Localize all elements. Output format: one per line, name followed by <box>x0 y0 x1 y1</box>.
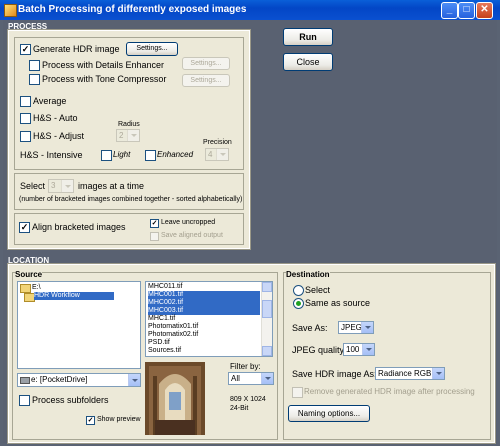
process-subfolders-checkbox[interactable] <box>19 395 30 406</box>
file-item[interactable]: Sources.tif <box>148 347 181 355</box>
drive-folder-icon <box>20 284 31 293</box>
tone-compressor-label: Process with Tone Compressor <box>42 74 167 84</box>
file-item[interactable]: MHC1.tif <box>148 315 175 323</box>
average-checkbox[interactable] <box>20 96 31 107</box>
file-item[interactable]: Photomatix01.tif <box>148 323 198 331</box>
image-dimensions: 809 X 1024 <box>230 396 266 403</box>
enhanced-label: Enhanced <box>157 150 194 159</box>
hs-auto-label: H&S - Auto <box>33 113 78 123</box>
process-subfolders-label: Process subfolders <box>32 395 109 405</box>
details-settings-button[interactable]: Settings... <box>182 57 230 70</box>
leave-uncropped-label: Leave uncropped <box>161 219 216 226</box>
select-radio[interactable] <box>293 285 304 296</box>
title-bar: Batch Processing of differently exposed … <box>0 0 500 20</box>
save-hdr-label: Save HDR image As: <box>292 369 377 379</box>
drive-icon <box>20 377 30 384</box>
file-item[interactable]: MHC001.tif <box>148 291 260 299</box>
remove-hdr-label: Remove generated HDR image after process… <box>304 387 475 396</box>
save-aligned-label: Save aligned output <box>161 232 223 239</box>
scroll-up-icon[interactable] <box>262 282 272 292</box>
generate-hdr-checkbox[interactable]: ✓ <box>20 44 31 55</box>
details-enhancer-checkbox[interactable] <box>29 60 40 71</box>
light-label: Light <box>113 150 131 159</box>
folder-item[interactable]: E:\ <box>32 284 41 292</box>
select-radio-label: Select <box>305 285 331 295</box>
radius-label: Radius <box>118 121 140 128</box>
align-label: Align bracketed images <box>32 222 126 232</box>
folder-tree[interactable]: E:\ HDR Workflow <box>17 281 141 369</box>
preview-image <box>145 362 205 435</box>
average-label: Average <box>33 96 67 106</box>
scroll-down-icon[interactable] <box>262 346 272 356</box>
remove-hdr-checkbox[interactable] <box>292 387 303 398</box>
light-checkbox[interactable] <box>101 150 112 161</box>
align-checkbox[interactable]: ✓ <box>19 222 30 233</box>
show-preview-checkbox[interactable]: ✓ <box>86 416 95 425</box>
tone-compressor-checkbox[interactable] <box>29 74 40 85</box>
same-as-source-label: Same as source <box>305 298 371 308</box>
hs-intensive-label: H&S - Intensive <box>20 150 83 160</box>
minimize-button[interactable]: _ <box>441 2 458 19</box>
hs-adjust-checkbox[interactable] <box>20 131 31 142</box>
source-header: Source <box>15 270 43 279</box>
close-window-button[interactable]: ✕ <box>476 2 493 19</box>
show-preview-label: Show preview <box>97 416 141 423</box>
jpeg-quality-select[interactable]: 100 <box>343 343 375 356</box>
precision-label: Precision <box>203 139 232 146</box>
enhanced-checkbox[interactable] <box>145 150 156 161</box>
file-item[interactable]: MHC003.tif <box>148 307 260 315</box>
radius-select[interactable]: 2 <box>116 129 140 142</box>
file-item[interactable]: MHC011.tif <box>148 283 183 291</box>
save-hdr-select[interactable]: Radiance RGBE <box>375 367 445 380</box>
naming-options-button[interactable]: Naming options... <box>288 405 370 422</box>
precision-value: 4 <box>208 150 213 159</box>
same-as-source-radio[interactable] <box>293 298 304 309</box>
run-button[interactable]: Run <box>283 28 333 46</box>
save-as-select[interactable]: JPEG <box>338 321 374 334</box>
save-as-label: Save As: <box>292 323 328 333</box>
window-title: Batch Processing of differently exposed … <box>18 4 247 15</box>
filter-select[interactable]: All <box>228 372 274 385</box>
file-item[interactable]: PSD.tif <box>148 339 170 347</box>
hs-auto-checkbox[interactable] <box>20 113 31 124</box>
hdr-settings-button[interactable]: Settings... <box>126 42 178 56</box>
generate-hdr-label: Generate HDR image <box>33 44 120 54</box>
file-list-scrollbar[interactable] <box>261 282 272 356</box>
image-bit-depth: 24-Bit <box>230 405 249 412</box>
tone-settings-button[interactable]: Settings... <box>182 74 230 87</box>
file-item[interactable]: MHC002.tif <box>148 299 260 307</box>
select-suffix: images at a time <box>78 181 145 191</box>
file-item[interactable]: Photomatix02.tif <box>148 331 198 339</box>
radius-value: 2 <box>119 131 124 140</box>
filter-value: All <box>231 374 240 383</box>
destination-header: Destination <box>286 270 330 279</box>
folder-item-selected[interactable]: HDR Workflow <box>34 292 114 300</box>
details-enhancer-label: Process with Details Enhancer <box>42 60 165 70</box>
save-as-value: JPEG <box>341 323 362 332</box>
images-count-select[interactable]: 3 <box>48 179 74 193</box>
save-hdr-value: Radiance RGBE <box>378 369 437 378</box>
drive-select[interactable]: e: [PocketDrive] <box>17 373 141 387</box>
close-button[interactable]: Close <box>283 53 333 71</box>
maximize-button[interactable]: □ <box>458 2 475 19</box>
filter-label: Filter by: <box>230 362 261 371</box>
hs-adjust-label: H&S - Adjust <box>33 131 85 141</box>
drive-value: e: [PocketDrive] <box>31 375 88 384</box>
jpeg-quality-value: 100 <box>346 345 360 354</box>
select-note: (number of bracketed images combined tog… <box>19 196 243 203</box>
scroll-thumb[interactable] <box>262 300 272 318</box>
save-aligned-checkbox[interactable] <box>150 232 159 241</box>
select-prefix: Select <box>20 181 46 191</box>
leave-uncropped-checkbox[interactable]: ✓ <box>150 219 159 228</box>
app-icon <box>4 4 17 17</box>
images-count-value: 3 <box>51 181 56 190</box>
jpeg-quality-label: JPEG quality: <box>292 345 347 355</box>
file-list[interactable]: MHC011.tif MHC001.tif MHC002.tif MHC003.… <box>145 281 273 357</box>
precision-select[interactable]: 4 <box>205 148 229 161</box>
